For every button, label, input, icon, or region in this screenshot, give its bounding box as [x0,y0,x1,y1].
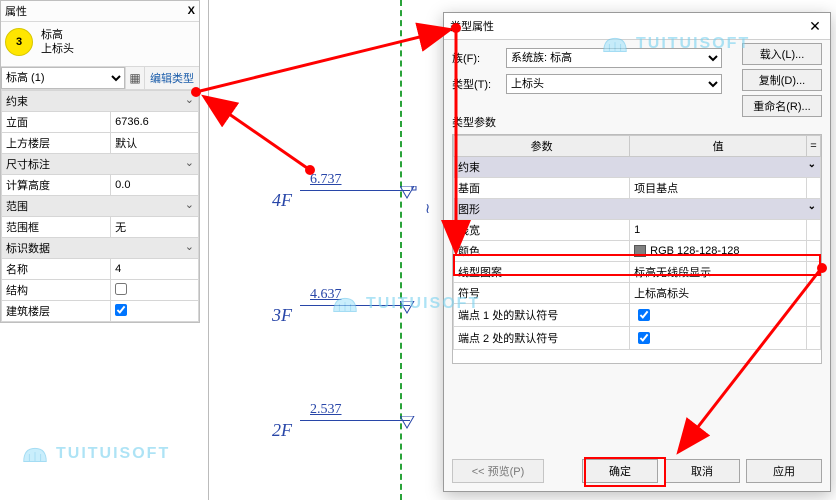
cat-constraint[interactable]: 约束 [458,162,480,174]
dialog-title: 类型属性 [450,18,494,34]
section-ident[interactable]: 标识数据 [6,243,50,255]
row-struct-label: 结构 [2,280,111,301]
level-line-2f[interactable] [300,420,410,421]
param-lw-value[interactable]: 1 [630,220,807,241]
param-end2-check[interactable] [630,327,807,350]
param-color-label: 颜色 [454,241,630,262]
col-eq[interactable]: = [807,136,821,157]
cancel-button[interactable]: 取消 [664,459,740,483]
row-story-check[interactable] [111,301,199,322]
properties-grid: 约束⌄ 立面 6736.6 上方楼层 默认 尺寸标注⌄ 计算高度 0.0 范围⌄… [1,90,199,322]
step-badge: 3 [5,28,33,56]
family-label: 标高 [41,28,74,42]
row-name-label: 名称 [2,259,111,280]
preview-button[interactable]: << 预览(P) [452,459,544,483]
rename-button[interactable]: 重命名(R)... [742,95,822,117]
section-scope[interactable]: 范围 [6,201,28,213]
properties-title: 属性 [5,3,27,19]
param-end2-label: 端点 2 处的默认符号 [454,327,630,350]
row-elevation-label: 立面 [2,112,111,133]
section-dim[interactable]: 尺寸标注 [6,159,50,171]
param-pattern-label: 线型图案 [454,262,630,283]
param-table: 参数 值 = 约束⌄ 基面 项目基点 图形⌄ 线宽 1 颜色 RGB 128-1… [452,134,822,364]
row-upper-value[interactable]: 默认 [111,133,199,154]
type-select[interactable]: 上标头 [506,74,722,94]
row-scope-value[interactable]: 无 [111,217,199,238]
col-param[interactable]: 参数 [454,136,630,157]
param-color-value[interactable]: RGB 128-128-128 [630,241,807,262]
level-elev-3f[interactable]: 4.637 [310,287,342,303]
col-value[interactable]: 值 [630,136,807,157]
ok-button[interactable]: 确定 [582,459,658,483]
duplicate-button[interactable]: 复制(D)... [742,69,822,91]
level-marker-icon [400,186,418,200]
row-name-value[interactable]: 4 [111,259,199,280]
row-upper-label: 上方楼层 [2,133,111,154]
family-select[interactable]: 系统族: 标高 [506,48,722,68]
type-properties-dialog: 类型属性 ✕ 族(F): 系统族: 标高 类型(T): 上标头 载入(L)...… [443,12,831,492]
level-elev-4f[interactable]: 6.737 [310,172,342,188]
edit-type-button[interactable]: 编辑类型 [145,67,199,89]
close-icon[interactable]: X [188,5,195,17]
row-struct-check[interactable] [111,280,199,301]
level-line-4f[interactable] [300,190,410,191]
dialog-close-icon[interactable]: ✕ [806,17,824,35]
break-symbol-icon: ≀ [425,200,430,217]
level-tag-3f[interactable]: 3F [272,305,292,326]
type-preview: 3 标高 上标头 [1,22,199,67]
row-story-label: 建筑楼层 [2,301,111,322]
section-constraint[interactable]: 约束 [6,96,28,108]
param-end1-check[interactable] [630,304,807,327]
param-symbol-value[interactable]: 上标高标头 [630,283,807,304]
type-field-label: 类型(T): [452,76,500,92]
row-scope-label: 范围框 [2,217,111,238]
param-end1-label: 端点 1 处的默认符号 [454,304,630,327]
type-selector[interactable]: 标高 (1) [1,67,125,89]
param-base-value[interactable]: 项目基点 [630,178,807,199]
level-marker-icon [400,301,418,315]
row-calc-value[interactable]: 0.0 [111,175,199,196]
divider-line [208,0,209,500]
param-symbol-label: 符号 [454,283,630,304]
level-tag-4f[interactable]: 4F [272,190,292,211]
type-label: 上标头 [41,42,74,56]
grid-icon[interactable]: ▦ [125,67,145,89]
level-marker-icon [400,416,418,430]
row-elevation-value[interactable]: 6736.6 [111,112,199,133]
level-tag-2f[interactable]: 2F [272,420,292,441]
load-button[interactable]: 载入(L)... [742,43,822,65]
cat-graphics[interactable]: 图形 [458,204,480,216]
level-elev-2f[interactable]: 2.537 [310,402,342,418]
param-lw-label: 线宽 [454,220,630,241]
level-line-3f[interactable] [300,305,410,306]
family-field-label: 族(F): [452,50,500,66]
watermark-icon: TUITUISOFT [20,440,170,468]
properties-panel: 属性 X 3 标高 上标头 标高 (1) ▦ 编辑类型 约束⌄ 立面 6736.… [0,0,200,323]
param-base-label: 基面 [454,178,630,199]
color-swatch-icon [634,245,646,257]
apply-button[interactable]: 应用 [746,459,822,483]
param-pattern-value[interactable]: 标高无线段显示 [630,262,807,283]
row-calc-label: 计算高度 [2,175,111,196]
